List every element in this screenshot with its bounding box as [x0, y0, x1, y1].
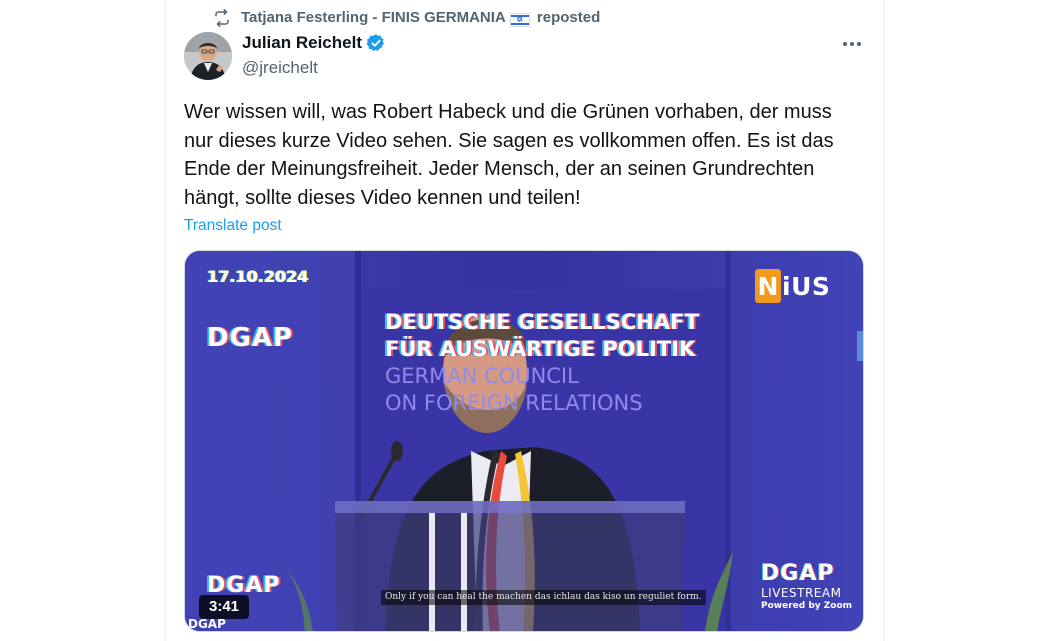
post-text: Wer wissen will, was Robert Habeck und d…: [184, 101, 834, 209]
author-name[interactable]: Julian Reichelt: [242, 33, 362, 53]
stage-banner: DEUTSCHE GESELLSCHAFT FÜR AUSWÄRTIGE POL…: [385, 309, 699, 417]
author-handle[interactable]: @jreichelt: [242, 58, 318, 78]
repost-icon: [212, 8, 232, 28]
translate-post-link[interactable]: Translate post: [184, 217, 282, 235]
dgap-corner-logo: DGAP: [188, 617, 226, 631]
reposter-name[interactable]: Tatjana Festerling - FINIS GERMANIA: [241, 9, 506, 26]
repost-header[interactable]: Tatjana Festerling - FINIS GERMANIA ✡ rep…: [212, 8, 600, 28]
banner-line-1: DEUTSCHE GESELLSCHAFT: [385, 310, 699, 334]
reposted-label: reposted: [536, 9, 601, 26]
video-date-overlay: 17.10.2024: [207, 267, 309, 286]
more-options-button[interactable]: [838, 30, 866, 58]
more-horizontal-icon: [843, 42, 847, 46]
dgap-livestream-logo: DGAP LIVESTREAM Powered by Zoom: [761, 561, 853, 611]
banner-line-4: ON FOREIGN RELATIONS: [385, 391, 643, 415]
video-subtitle: Only if you can heal the machen das ichl…: [381, 590, 706, 605]
banner-line-2: FÜR AUSWÄRTIGE POLITIK: [385, 337, 696, 361]
banner-line-3: GERMAN COUNCIL: [385, 364, 579, 388]
author-name-row[interactable]: Julian Reichelt: [242, 33, 386, 53]
avatar[interactable]: [184, 32, 232, 80]
dgap-logo-top: DGAP: [207, 323, 294, 353]
israel-flag-icon: ✡: [509, 13, 530, 27]
verified-badge-icon: [366, 34, 384, 51]
video-player[interactable]: 17.10.2024 DGAP DGAP DEUTSCHE GESELLSCHA…: [184, 250, 864, 632]
nius-logo: NiUS: [755, 269, 830, 303]
video-duration-badge: 3:41: [199, 595, 250, 619]
